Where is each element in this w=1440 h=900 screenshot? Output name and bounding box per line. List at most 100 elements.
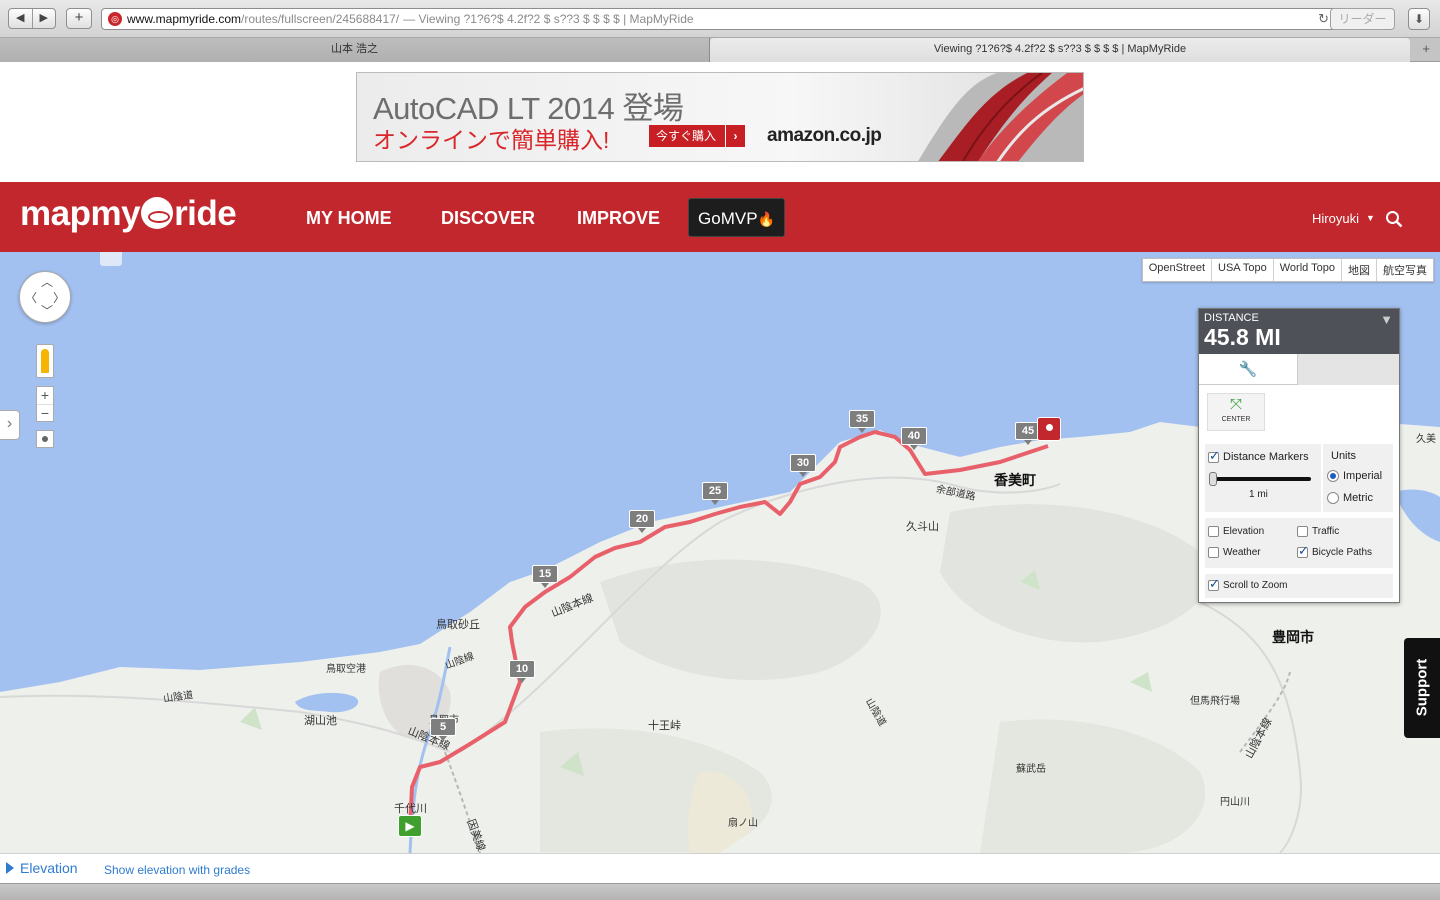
street-view-pegman-icon[interactable] — [36, 344, 54, 378]
browser-tab-active[interactable]: Viewing ?1?6?$ 4.2f?2 $ s??3 $ $ $ $ | M… — [710, 38, 1410, 62]
pan-up-icon[interactable]: ︿ — [41, 273, 53, 290]
map-label: 扇ノ山 — [728, 818, 758, 829]
user-menu[interactable]: Hiroyuki — [1312, 211, 1359, 226]
panel-tabs: 🔧 — [1199, 354, 1399, 385]
units-imperial-radio[interactable] — [1327, 470, 1339, 482]
ad-area: AutoCAD LT 2014 登場 オンラインで簡単購入! 今すぐ購入 › a… — [0, 62, 1440, 182]
center-arrows-icon: ⤧ — [1229, 396, 1242, 413]
mile-marker[interactable]: 10 — [509, 660, 535, 683]
route-start-play-icon[interactable]: ▶ — [398, 815, 422, 837]
downloads-icon[interactable]: ⬇ — [1408, 8, 1430, 30]
units-imperial-option[interactable]: Imperial — [1327, 470, 1382, 482]
my-location-icon[interactable] — [36, 430, 54, 448]
pan-right-icon[interactable]: 〉 — [53, 289, 65, 306]
layer-world-topo[interactable]: World Topo — [1272, 259, 1341, 281]
elevation-option[interactable]: Elevation — [1208, 526, 1264, 537]
distance-markers-label: Distance Markers — [1223, 451, 1309, 463]
browser-tab[interactable]: 山本 浩之 — [0, 38, 710, 62]
map-label: 鳥取空港 — [326, 664, 366, 675]
bicycle-paths-checkbox[interactable] — [1297, 543, 1309, 559]
mapmyride-logo[interactable]: mapmy ride — [20, 194, 237, 234]
map-label: 香美町 — [994, 472, 1036, 488]
layer-openstreet[interactable]: OpenStreet — [1143, 259, 1211, 281]
zoom-out-button[interactable]: − — [37, 404, 53, 421]
reader-button[interactable]: リーダー — [1330, 8, 1395, 30]
scroll-to-zoom-checkbox[interactable] — [1208, 576, 1220, 592]
map-label: 鳥取砂丘 — [436, 619, 480, 631]
pan-control[interactable]: ︿ 〈 〉 ﹀ — [19, 271, 71, 323]
units-label: Units — [1331, 450, 1357, 462]
go-mvp-button[interactable]: GoMVP🔥 — [688, 198, 785, 237]
route-end-marker-icon[interactable] — [1037, 417, 1061, 441]
chevron-down-icon[interactable]: ▼ — [1366, 213, 1375, 223]
traffic-label: Traffic — [1312, 526, 1340, 537]
elevation-bar: Elevation Show elevation with grades — [0, 853, 1440, 883]
mile-marker[interactable]: 20 — [629, 510, 655, 533]
ad-buy-button[interactable]: 今すぐ購入 › — [649, 125, 745, 147]
elevation-checkbox[interactable] — [1208, 526, 1219, 537]
route-map[interactable]: 香美町 豊岡市 久斗山 余部道路 山陰本線 鳥取砂丘 鳥取空港 山陰道 湖山池 … — [0, 252, 1440, 853]
distance-header: DISTANCE 45.8 MI ▼ — [1199, 309, 1399, 354]
site-favicon-icon: ◎ — [108, 12, 122, 26]
forward-button[interactable]: ▶ — [31, 9, 56, 28]
ad-banner[interactable]: AutoCAD LT 2014 登場 オンラインで簡単購入! 今すぐ購入 › a… — [356, 72, 1084, 162]
weather-checkbox[interactable] — [1208, 547, 1219, 558]
expand-triangle-icon[interactable] — [6, 862, 14, 874]
nav-improve[interactable]: IMPROVE — [577, 208, 660, 229]
zoom-control: + − — [36, 386, 54, 422]
browser-tab-bar: 山本 浩之 Viewing ?1?6?$ 4.2f?2 $ s??3 $ $ $… — [0, 38, 1440, 62]
mile-marker[interactable]: 25 — [702, 482, 728, 505]
traffic-option[interactable]: Traffic — [1297, 526, 1339, 537]
marker-interval-slider[interactable] — [1209, 472, 1311, 486]
weather-option[interactable]: Weather — [1208, 547, 1261, 558]
layer-satellite[interactable]: 航空写真 — [1376, 259, 1433, 281]
collapse-triangle-icon[interactable]: ▼ — [1380, 312, 1393, 327]
support-tab[interactable]: Support — [1404, 638, 1440, 738]
logo-text-right: ride — [174, 194, 237, 233]
address-bar[interactable]: ◎ www.mapmyride.com/routes/fullscreen/24… — [101, 8, 1336, 30]
traffic-checkbox[interactable] — [1297, 526, 1308, 537]
distance-markers-option[interactable]: Distance Markers — [1208, 448, 1309, 464]
add-bookmark-button[interactable]: + — [66, 8, 92, 29]
units-metric-option[interactable]: Metric — [1327, 492, 1373, 504]
show-elevation-grades-link[interactable]: Show elevation with grades — [104, 863, 250, 877]
mile-marker[interactable]: 30 — [790, 454, 816, 477]
map-label: 蘇武岳 — [1016, 764, 1046, 775]
zoom-in-button[interactable]: + — [37, 387, 53, 404]
map-top-handle[interactable] — [100, 252, 122, 266]
pan-left-icon[interactable]: 〈 — [25, 289, 37, 306]
center-map-button[interactable]: ⤧ CENTER — [1207, 393, 1265, 431]
panel-tab-2[interactable] — [1297, 354, 1399, 385]
map-label: 円山川 — [1220, 797, 1250, 808]
distance-markers-checkbox[interactable] — [1208, 448, 1220, 464]
flame-icon: 🔥 — [757, 211, 775, 227]
layer-usa-topo[interactable]: USA Topo — [1211, 259, 1273, 281]
support-label: Support — [1413, 658, 1431, 717]
mile-marker[interactable]: 40 — [901, 427, 927, 450]
settings-wrench-icon[interactable]: 🔧 — [1199, 354, 1297, 385]
bicycle-paths-label: Bicycle Paths — [1312, 547, 1373, 558]
units-metric-radio[interactable] — [1327, 492, 1339, 504]
mile-marker[interactable]: 15 — [532, 565, 558, 588]
reload-icon[interactable]: ↻ — [1318, 9, 1329, 29]
search-icon[interactable] — [1385, 210, 1403, 228]
back-button[interactable]: ◀ — [9, 9, 32, 28]
nav-discover[interactable]: DISCOVER — [441, 208, 535, 229]
ad-brand-logo: amazon.co.jp — [767, 125, 882, 146]
url-domain: www.mapmyride.com — [127, 12, 242, 26]
scroll-to-zoom-option[interactable]: Scroll to Zoom — [1208, 576, 1287, 592]
layer-map[interactable]: 地図 — [1341, 259, 1376, 281]
new-tab-icon[interactable]: + — [1422, 38, 1430, 60]
elevation-toggle[interactable]: Elevation — [20, 860, 78, 876]
slider-handle[interactable] — [1209, 472, 1217, 486]
expand-sidebar-icon[interactable]: › — [0, 410, 20, 440]
pan-down-icon[interactable]: ﹀ — [41, 302, 53, 319]
bicycle-paths-option[interactable]: Bicycle Paths — [1297, 543, 1373, 559]
ad-buy-arrow-icon: › — [725, 125, 745, 147]
nav-my-home[interactable]: MY HOME — [306, 208, 392, 229]
ad-subtitle: オンラインで簡単購入! — [373, 127, 610, 153]
mile-marker[interactable]: 5 — [430, 718, 456, 741]
mile-marker[interactable]: 35 — [849, 410, 875, 433]
weather-label: Weather — [1223, 547, 1261, 558]
route-options-panel: DISTANCE 45.8 MI ▼ 🔧 ⤧ CENTER Distance M… — [1198, 308, 1400, 603]
